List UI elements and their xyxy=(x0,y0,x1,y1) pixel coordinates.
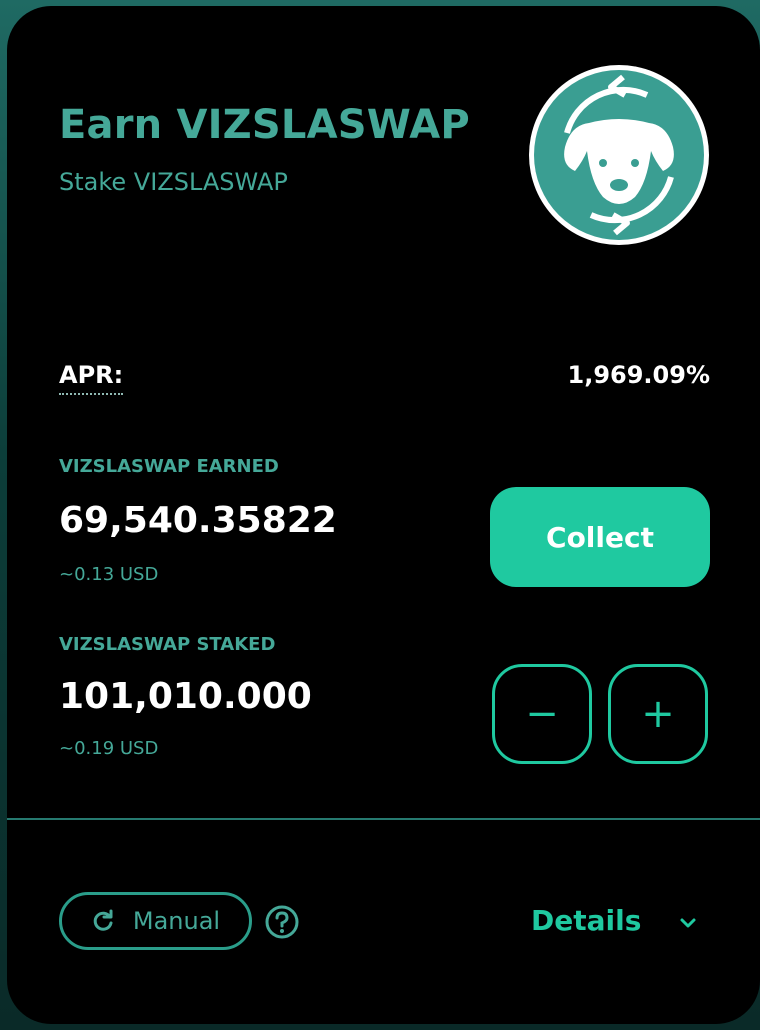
staked-amount: 101,010.000 xyxy=(59,676,312,717)
divider xyxy=(7,818,760,820)
pool-subtitle: Stake VIZSLASWAP xyxy=(59,168,288,196)
plus-icon: + xyxy=(641,691,675,737)
help-icon[interactable] xyxy=(265,905,299,939)
collect-button[interactable]: Collect xyxy=(490,487,710,587)
earned-usd: ~0.13 USD xyxy=(59,564,159,585)
earned-amount: 69,540.35822 xyxy=(59,500,337,541)
minus-icon: − xyxy=(525,691,559,737)
apr-value: 1,969.09% xyxy=(567,361,710,389)
refresh-icon xyxy=(93,909,113,931)
staked-label: VIZSLASWAP STAKED xyxy=(59,634,276,655)
apr-label[interactable]: APR: xyxy=(59,361,124,395)
staked-usd: ~0.19 USD xyxy=(59,738,159,759)
chevron-down-icon[interactable] xyxy=(677,912,699,934)
stake-plus-button[interactable]: + xyxy=(608,664,708,764)
vizslaswap-logo-icon xyxy=(529,65,709,245)
pool-card: Earn VIZSLASWAP Stake VIZSLASWAP APR: 1,… xyxy=(7,6,760,1024)
earned-label: VIZSLASWAP EARNED xyxy=(59,456,279,477)
pool-title: Earn VIZSLASWAP xyxy=(59,102,470,148)
manual-badge: Manual xyxy=(59,892,252,950)
unstake-minus-button[interactable]: − xyxy=(492,664,592,764)
details-toggle[interactable]: Details xyxy=(531,904,641,937)
manual-label: Manual xyxy=(132,907,221,935)
